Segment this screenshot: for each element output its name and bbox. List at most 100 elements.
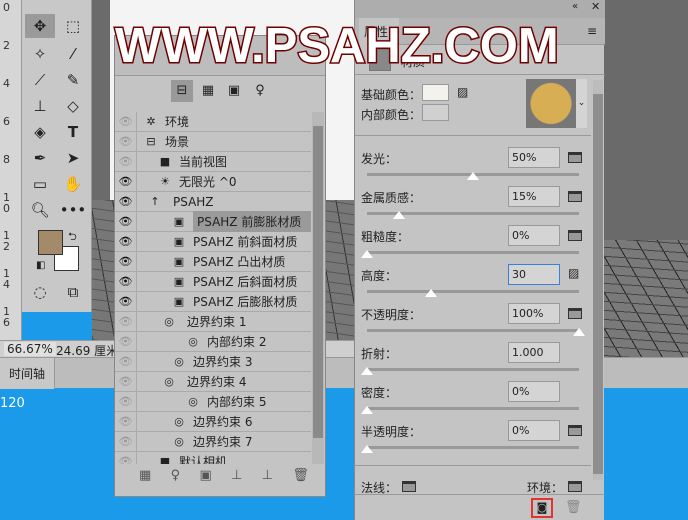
folder-icon[interactable] <box>568 308 582 319</box>
material-icon[interactable]: ▣ <box>199 468 211 483</box>
visibility-eye-icon[interactable]: 👁︎ <box>115 112 137 132</box>
selection-arrow-icon[interactable]: ➤ <box>58 146 88 170</box>
slider-thumb[interactable] <box>424 289 437 297</box>
slider-value-input[interactable]: 100% <box>508 303 560 324</box>
slider-value-input[interactable]: 15% <box>508 186 560 207</box>
slider-track[interactable] <box>367 328 585 336</box>
visibility-eye-icon[interactable]: 👁︎ <box>115 291 137 312</box>
folder-icon[interactable] <box>568 152 582 163</box>
zoom-icon[interactable]: 🔍︎ <box>25 198 55 222</box>
visibility-eye-icon[interactable]: 👁︎ <box>115 451 137 464</box>
slider-thumb[interactable] <box>573 328 585 336</box>
slider-track[interactable] <box>367 211 579 219</box>
eyedropper-icon[interactable]: ⟋ <box>25 68 55 92</box>
type-tool-icon[interactable]: T <box>58 120 88 144</box>
slider-thumb[interactable] <box>361 445 373 453</box>
slider-track[interactable] <box>367 172 579 180</box>
material-picker-chevron-icon[interactable]: ⌄ <box>576 79 587 128</box>
drop-to-ground-icon[interactable]: ⊥ <box>231 468 242 483</box>
folder-icon[interactable] <box>568 230 582 241</box>
layer-row[interactable]: 👁︎ ▣ PSAHZ 后膨胀材质 <box>115 291 311 312</box>
layer-row[interactable]: 👁︎ ◎ 边界约束 7 <box>115 431 311 452</box>
delete-icon[interactable]: 🗑 <box>292 468 309 483</box>
scrollbar[interactable] <box>312 112 324 464</box>
slider-thumb[interactable] <box>361 406 373 414</box>
slider-thumb[interactable] <box>467 172 479 180</box>
move-tool-icon[interactable]: ✥ <box>25 14 55 38</box>
add-mesh-icon[interactable]: ▦ <box>139 468 151 483</box>
material-preview-sphere[interactable] <box>526 79 576 128</box>
visibility-eye-icon[interactable]: 👁︎ <box>115 371 137 392</box>
mesh-icon[interactable]: ▦ <box>197 80 219 102</box>
stamp-icon[interactable]: ⊥ <box>25 94 55 118</box>
slider-value-input[interactable]: 0% <box>508 420 560 441</box>
slider-value-input[interactable]: 0% <box>508 381 560 402</box>
pen-icon[interactable]: ✒ <box>25 146 55 170</box>
visibility-eye-icon[interactable]: 👁︎ <box>115 331 137 352</box>
slider-value-input[interactable]: 50% <box>508 147 560 168</box>
visibility-eye-icon[interactable]: 👁︎ <box>115 311 137 332</box>
layer-row[interactable]: 👁︎ ■ 当前视图 <box>115 151 311 172</box>
texture-icon[interactable]: ▨ <box>457 85 468 99</box>
scene-icon[interactable]: ⊟ <box>171 80 193 102</box>
layer-row[interactable]: 👁︎ ⊟ 场景 <box>115 131 311 152</box>
environment-folder-icon[interactable] <box>568 481 582 492</box>
collapse-icon[interactable]: « <box>572 1 578 12</box>
layer-row[interactable]: 👁︎ ◎ 内部约束 5 <box>115 391 311 412</box>
visibility-eye-icon[interactable]: 👁︎ <box>115 431 137 452</box>
layer-row[interactable]: 👁︎ ◎ 内部约束 2 <box>115 331 311 352</box>
add-light-icon[interactable]: ♀ <box>171 468 181 483</box>
slider-track[interactable] <box>361 406 579 414</box>
slider-thumb[interactable] <box>392 211 405 219</box>
layer-row[interactable]: 👁︎ ◎ 边界约束 3 <box>115 351 311 372</box>
slider-thumb[interactable] <box>361 367 373 375</box>
rectangle-icon[interactable]: ▭ <box>25 172 55 196</box>
marquee-tool-icon[interactable]: ⬚ <box>58 14 88 38</box>
brush-icon[interactable]: ✎ <box>58 68 88 92</box>
visibility-eye-icon[interactable]: 👁︎ <box>115 191 137 212</box>
tab-timeline[interactable]: 时间轴 <box>0 358 55 389</box>
normal-folder-icon[interactable] <box>402 481 416 492</box>
slider-value-input[interactable]: 30 <box>508 264 560 285</box>
visibility-eye-icon[interactable]: 👁︎ <box>115 251 137 272</box>
magic-wand-icon[interactable]: ⁄ <box>58 42 88 66</box>
default-colors-icon[interactable]: ◧ <box>36 260 45 271</box>
slider-value-input[interactable]: 0% <box>508 225 560 246</box>
paint-bucket-icon[interactable]: ◈ <box>25 120 55 144</box>
slider-track[interactable] <box>361 445 579 453</box>
layer-row[interactable]: 👁︎ ◎ 边界约束 6 <box>115 411 311 432</box>
slider-track[interactable] <box>361 250 579 258</box>
slider-thumb[interactable] <box>361 250 373 258</box>
visibility-eye-icon[interactable]: 👁︎ <box>115 411 137 432</box>
eraser-icon[interactable]: ◇ <box>58 94 88 118</box>
slider-value-input[interactable]: 1.000 <box>508 342 560 363</box>
inner-color-swatch[interactable] <box>422 104 449 121</box>
layer-row[interactable]: 👁︎ ↑ PSAHZ <box>115 191 311 212</box>
new-material-button[interactable]: ◙ <box>531 498 553 518</box>
foreground-swatch[interactable] <box>38 230 63 255</box>
swap-colors-icon[interactable]: ⮌ <box>68 228 77 247</box>
more-tools-icon[interactable]: ••• <box>58 198 88 222</box>
visibility-eye-icon[interactable]: 👁︎ <box>115 211 137 232</box>
layer-row[interactable]: 👁︎ ▣ PSAHZ 前斜面材质 <box>115 231 311 252</box>
panel-menu-icon[interactable]: ≡ <box>587 24 597 38</box>
screen-mode-icon[interactable]: ⧉ <box>58 280 88 304</box>
base-color-swatch[interactable] <box>422 84 449 101</box>
layer-row[interactable]: 👁︎ ▣ PSAHZ 凸出材质 <box>115 251 311 272</box>
delete-icon[interactable]: 🗑 <box>565 500 582 515</box>
visibility-eye-icon[interactable]: 👁︎ <box>115 351 137 372</box>
remove-constraint-icon[interactable]: ⊥ <box>262 468 273 483</box>
layer-row[interactable]: 👁︎ ■ 默认相机 <box>115 451 311 464</box>
close-icon[interactable]: ✕ <box>591 0 600 13</box>
layer-row[interactable]: 👁︎ ✲ 环境 <box>115 112 311 132</box>
material-icon[interactable]: ▣ <box>223 80 245 102</box>
visibility-eye-icon[interactable]: 👁︎ <box>115 171 137 192</box>
folder-icon[interactable] <box>568 191 582 202</box>
layer-row[interactable]: 👁︎ ☀ 无限光 ^0 <box>115 171 311 192</box>
layer-row[interactable]: 👁︎ ◎ 边界约束 4 <box>115 371 311 392</box>
scrollbar[interactable] <box>593 80 603 480</box>
layer-row[interactable]: 👁︎ ◎ 边界约束 1 <box>115 311 311 332</box>
folder-icon[interactable] <box>568 425 582 436</box>
visibility-eye-icon[interactable]: 👁︎ <box>115 271 137 292</box>
visibility-eye-icon[interactable]: 👁︎ <box>115 131 137 152</box>
